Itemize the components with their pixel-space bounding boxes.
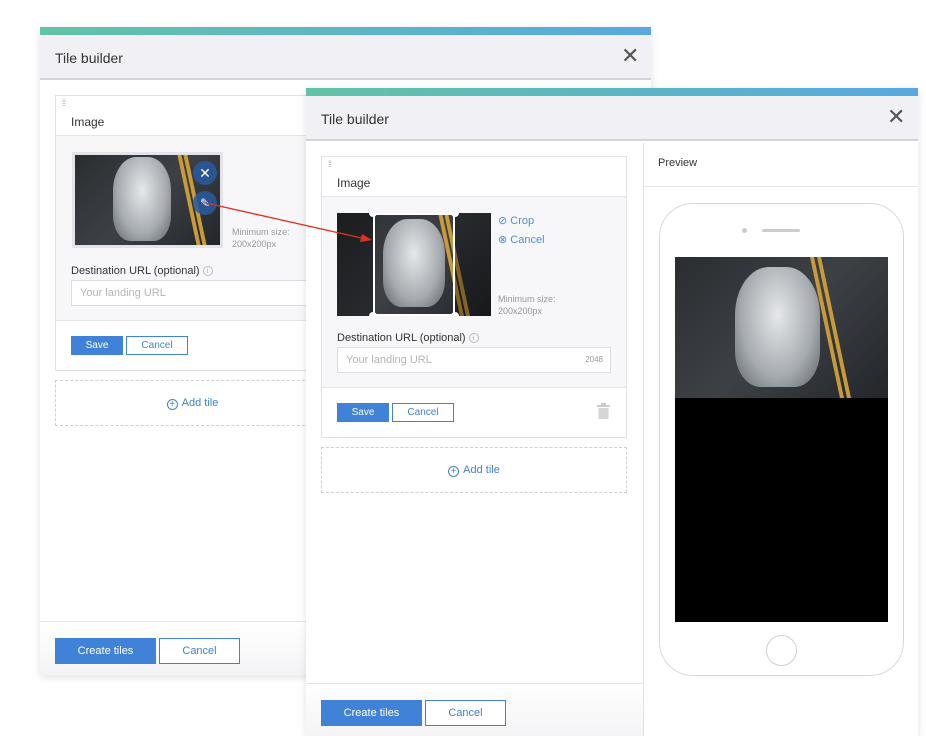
annotation-arrow — [205, 202, 372, 242]
